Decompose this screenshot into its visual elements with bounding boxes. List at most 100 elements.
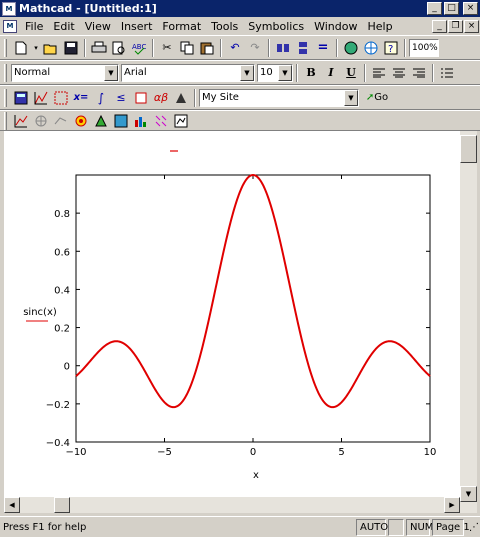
- scroll-down-arrow-icon[interactable]: ▼: [460, 486, 477, 502]
- document-icon[interactable]: M: [3, 19, 17, 33]
- menu-file[interactable]: File: [20, 20, 48, 33]
- x-axis-ticks: −10 −5 0 5 10: [65, 175, 436, 458]
- font-combo[interactable]: Arial ▼: [121, 63, 255, 82]
- symbolic-icon[interactable]: [171, 88, 191, 108]
- copy-icon[interactable]: [177, 38, 197, 58]
- print-icon[interactable]: [89, 38, 109, 58]
- new-icon[interactable]: [11, 38, 31, 58]
- doc-restore-button[interactable]: ❐: [448, 19, 463, 33]
- chevron-down-icon[interactable]: ▼: [104, 64, 118, 81]
- help-icon[interactable]: ?: [381, 38, 401, 58]
- redo-icon[interactable]: ↷: [245, 38, 265, 58]
- y-tick-label: 0.6: [54, 247, 70, 258]
- align-right-icon[interactable]: [409, 63, 429, 83]
- mathcad-icon: M: [2, 1, 16, 16]
- y-axis-ticks: 0.80.60.40.20−0.2−0.4: [46, 209, 430, 449]
- minimize-button[interactable]: _: [427, 2, 442, 15]
- save-icon[interactable]: [61, 38, 81, 58]
- greek-icon[interactable]: αβ: [151, 88, 171, 108]
- xy-plot[interactable]: 0.80.60.40.20−0.2−0.4 −10 −5 0 5 10 sinc(x) …: [4, 131, 460, 497]
- align-across-icon[interactable]: [273, 38, 293, 58]
- align-down-icon[interactable]: [293, 38, 313, 58]
- boolean-icon[interactable]: ≤: [111, 88, 131, 108]
- scroll-right-arrow-icon[interactable]: ▶: [444, 497, 460, 513]
- chevron-down-icon[interactable]: ▼: [344, 89, 358, 106]
- xy-plot-icon[interactable]: [11, 111, 31, 131]
- vertical-scrollbar[interactable]: ▼: [460, 131, 477, 513]
- worksheet[interactable]: 0.8 0.6 0.4 0.2 0 −0.2 −0.4 −10 −5 0 5 10 sinc(x) …: [4, 131, 460, 497]
- graph-toolbar-icon[interactable]: [31, 88, 51, 108]
- align-left-icon[interactable]: [369, 63, 389, 83]
- go-arrow-icon: ➚: [365, 92, 375, 103]
- plot-wizard-icon[interactable]: [171, 111, 191, 131]
- toolbar-grip[interactable]: [4, 63, 7, 82]
- 3d-scatter-icon[interactable]: [91, 111, 111, 131]
- doc-minimize-button[interactable]: _: [432, 19, 447, 33]
- new-dropdown-icon[interactable]: ▾: [31, 38, 41, 58]
- close-button[interactable]: ×: [463, 2, 478, 15]
- print-preview-icon[interactable]: [109, 38, 129, 58]
- chevron-down-icon[interactable]: ▼: [278, 64, 292, 81]
- web-icon[interactable]: [361, 38, 381, 58]
- y-axis-label[interactable]: sinc(x): [23, 307, 57, 318]
- menu-format[interactable]: Format: [157, 20, 206, 33]
- contour-plot-icon[interactable]: [71, 111, 91, 131]
- polar-plot-icon[interactable]: [31, 111, 51, 131]
- y-tick-label: 0.2: [54, 324, 70, 335]
- undo-icon[interactable]: ↶: [225, 38, 245, 58]
- calculus-icon[interactable]: ∫: [91, 88, 111, 108]
- y-tick-label: 0.8: [54, 209, 70, 220]
- svg-text:?: ?: [388, 44, 393, 55]
- font-size-value: 10: [260, 67, 273, 78]
- cut-icon[interactable]: ✂: [157, 38, 177, 58]
- calculator-icon[interactable]: [11, 88, 31, 108]
- menu-window[interactable]: Window: [309, 20, 362, 33]
- resize-grip-icon[interactable]: ⋰: [466, 519, 479, 536]
- menu-tools[interactable]: Tools: [206, 20, 243, 33]
- toolbar-grip[interactable]: [4, 88, 7, 107]
- vector-field-icon[interactable]: [151, 111, 171, 131]
- horizontal-scrollbar[interactable]: ◀ ▶: [4, 497, 460, 513]
- zoom-combo[interactable]: 100%: [409, 38, 439, 57]
- open-icon[interactable]: [41, 38, 61, 58]
- scroll-thumb-top[interactable]: [460, 135, 477, 163]
- paste-icon[interactable]: [197, 38, 217, 58]
- maximize-button[interactable]: □: [444, 2, 459, 15]
- align-center-icon[interactable]: [389, 63, 409, 83]
- go-button[interactable]: ➚ Go: [359, 88, 395, 108]
- matrix-icon[interactable]: [51, 88, 71, 108]
- programming-icon[interactable]: [131, 88, 151, 108]
- menu-view[interactable]: View: [80, 20, 116, 33]
- scroll-left-arrow-icon[interactable]: ◀: [4, 497, 20, 513]
- menu-insert[interactable]: Insert: [116, 20, 158, 33]
- spell-check-icon[interactable]: ABC: [129, 38, 149, 58]
- underline-button[interactable]: U: [341, 63, 361, 83]
- resource-combo[interactable]: My Site ▼: [199, 88, 359, 107]
- bar-chart-icon[interactable]: [131, 111, 151, 131]
- standard-toolbar: ▾ ABC ✂ ↶ ↷ = ? 100%: [0, 35, 480, 60]
- toolbar-grip[interactable]: [4, 38, 7, 57]
- menu-edit[interactable]: Edit: [48, 20, 79, 33]
- insert-function-icon[interactable]: =: [313, 38, 333, 58]
- menu-help[interactable]: Help: [362, 20, 397, 33]
- graph-toolbar: [0, 110, 480, 131]
- x-tick-label: −10: [65, 447, 86, 458]
- y-tick-label: 0.4: [54, 285, 70, 296]
- resource-center-icon[interactable]: [341, 38, 361, 58]
- math-toolbar: x= ∫ ≤ αβ My Site ▼ ➚ Go: [0, 85, 480, 110]
- toolbar-grip[interactable]: [4, 111, 7, 130]
- 3d-bar-icon[interactable]: [111, 111, 131, 131]
- italic-button[interactable]: I: [321, 63, 341, 83]
- bullets-icon[interactable]: [437, 63, 457, 83]
- style-combo[interactable]: Normal ▼: [11, 63, 119, 82]
- menu-symbolics[interactable]: Symbolics: [243, 20, 309, 33]
- surface-plot-icon[interactable]: [51, 111, 71, 131]
- x-axis-label[interactable]: x: [253, 470, 259, 481]
- scroll-thumb[interactable]: [54, 497, 70, 513]
- bold-button[interactable]: B: [301, 63, 321, 83]
- evaluation-icon[interactable]: x=: [71, 88, 91, 108]
- font-size-combo[interactable]: 10 ▼: [257, 63, 293, 82]
- status-page: Page 1: [432, 518, 470, 536]
- doc-close-button[interactable]: ×: [464, 19, 479, 33]
- chevron-down-icon[interactable]: ▼: [240, 64, 254, 81]
